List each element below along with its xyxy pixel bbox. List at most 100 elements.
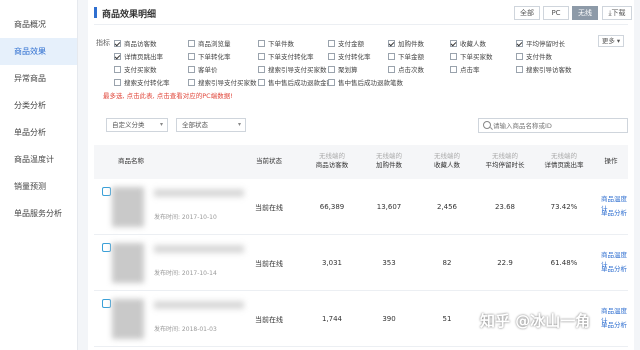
sidebar-item-forecast[interactable]: 销量预测 <box>0 173 77 200</box>
publish-date: 发布时间: 2017-10-10 <box>154 214 217 221</box>
metric-checkbox[interactable]: 下单买家数 <box>450 51 493 61</box>
checkbox-unchecked-icon[interactable] <box>188 65 195 73</box>
col-stay[interactable]: 无线端的 平均停留时长 <box>474 152 536 170</box>
metric-checkbox[interactable]: 搜索支付转化率 <box>114 77 170 87</box>
metric-checkbox[interactable]: 下单转化率 <box>188 51 231 61</box>
checkbox-unchecked-icon[interactable] <box>328 65 335 73</box>
checkbox-unchecked-icon[interactable] <box>258 52 265 60</box>
product-search <box>478 118 628 133</box>
cart-cell: 13,607 <box>376 203 402 211</box>
col-status[interactable]: 当前状态 <box>244 157 294 166</box>
metric-checkbox[interactable]: 搜索引导访客数 <box>516 64 572 74</box>
checkbox-unchecked-icon[interactable] <box>328 52 335 60</box>
checkbox-unchecked-icon[interactable] <box>516 52 523 60</box>
metric-checkbox[interactable]: 加购件数 <box>388 38 424 48</box>
checkbox-checked-icon[interactable] <box>450 39 457 47</box>
download-button[interactable]: ⤓下载 <box>602 6 632 20</box>
mobile-icon <box>102 243 111 252</box>
sidebar-item-overview[interactable]: 商品概况 <box>0 11 77 38</box>
category-select-value: 自定义分类 <box>112 121 145 129</box>
single-analysis-link[interactable]: 单品分析 <box>601 319 627 329</box>
segment-wireless[interactable]: 无线 <box>572 6 598 20</box>
panel-header: 商品效果明细 全部 PC 无线 ⤓下载 <box>94 3 634 21</box>
product-thumbnail[interactable] <box>112 243 144 283</box>
checkbox-unchecked-icon[interactable] <box>328 78 335 86</box>
col-product-name[interactable]: 商品名称 <box>106 157 156 166</box>
col-label: 收藏人数 <box>434 161 460 169</box>
metric-checkbox[interactable]: 点击率 <box>450 64 480 74</box>
checkbox-unchecked-icon[interactable] <box>388 52 395 60</box>
col-bounce[interactable]: 无线端的 详情页跳出率 <box>534 152 594 170</box>
metric-checkbox[interactable]: 客单价 <box>188 64 218 74</box>
checkbox-unchecked-icon[interactable] <box>450 52 457 60</box>
checkbox-checked-icon[interactable] <box>516 39 523 47</box>
mobile-icon <box>102 299 111 308</box>
cart-cell: 390 <box>382 315 396 323</box>
metric-checkbox[interactable]: 支付件数 <box>516 51 552 61</box>
status-select[interactable]: 全部状态 ▾ <box>176 118 246 132</box>
checkbox-checked-icon[interactable] <box>114 52 121 60</box>
checkbox-checked-icon[interactable] <box>388 39 395 47</box>
sidebar-item-service[interactable]: 单品服务分析 <box>0 200 77 227</box>
checkbox-unchecked-icon[interactable] <box>114 65 121 73</box>
metric-checkbox[interactable]: 下单金额 <box>388 51 424 61</box>
category-select[interactable]: 自定义分类 ▾ <box>106 118 168 132</box>
metric-checkbox[interactable]: 平均停留时长 <box>516 38 565 48</box>
metric-checkbox[interactable]: 详情页跳出率 <box>114 51 163 61</box>
single-analysis-link[interactable]: 单品分析 <box>601 263 627 273</box>
search-input[interactable] <box>493 120 623 131</box>
metric-checkbox[interactable]: 搜索引导支付买家数 <box>188 77 257 87</box>
col-visitors[interactable]: 无线端的 商品访客数 <box>306 152 358 170</box>
col-sub: 无线端的 <box>434 152 460 160</box>
metric-checkbox[interactable]: 聚划算 <box>328 64 358 74</box>
divider <box>94 24 628 25</box>
sidebar-item-single[interactable]: 单品分析 <box>0 119 77 146</box>
checkbox-unchecked-icon[interactable] <box>450 65 457 73</box>
checkbox-unchecked-icon[interactable] <box>258 78 265 86</box>
checkbox-checked-icon[interactable] <box>114 39 121 47</box>
sidebar-item-thermometer[interactable]: 商品温度计 <box>0 146 77 173</box>
metric-checkbox[interactable]: 商品浏览量 <box>188 38 231 48</box>
metric-checkbox[interactable]: 点击次数 <box>388 64 424 74</box>
product-thumbnail[interactable] <box>112 187 144 227</box>
product-thumbnail[interactable] <box>112 299 144 339</box>
col-cart[interactable]: 无线端的 加购件数 <box>364 152 414 170</box>
metric-checkbox-label: 详情页跳出率 <box>124 53 163 61</box>
metric-checkbox[interactable]: 支付金额 <box>328 38 364 48</box>
checkbox-unchecked-icon[interactable] <box>516 65 523 73</box>
sidebar-item-effect[interactable]: 商品效果 <box>0 38 77 65</box>
bounce-cell: 73.42% <box>550 203 578 211</box>
metric-checkbox[interactable]: 收藏人数 <box>450 38 486 48</box>
checkbox-unchecked-icon[interactable] <box>328 39 335 47</box>
single-analysis-link[interactable]: 单品分析 <box>601 207 627 217</box>
metric-checkbox[interactable]: 商品访客数 <box>114 38 157 48</box>
metric-checkbox-label: 点击率 <box>460 66 480 74</box>
checkbox-unchecked-icon[interactable] <box>188 78 195 86</box>
metric-checkbox-label: 搜索支付转化率 <box>124 79 170 87</box>
search-icon[interactable] <box>483 121 491 129</box>
watermark: 知乎 @冰山一角 <box>480 312 591 330</box>
metric-checkbox[interactable]: 搜索引导支付买家数 <box>258 64 327 74</box>
checkbox-unchecked-icon[interactable] <box>258 39 265 47</box>
metric-checkbox-label: 搜索引导访客数 <box>526 66 572 74</box>
checkbox-unchecked-icon[interactable] <box>114 78 121 86</box>
sidebar-item-category[interactable]: 分类分析 <box>0 92 77 119</box>
metric-checkbox[interactable]: 下单件数 <box>258 38 294 48</box>
checkbox-unchecked-icon[interactable] <box>188 39 195 47</box>
checkbox-unchecked-icon[interactable] <box>258 65 265 73</box>
main-area: 商品效果明细 全部 PC 无线 ⤓下载 指标 更多 ▾ 商品访客数 商品浏览量 下单… <box>82 0 640 350</box>
metric-checkbox-label: 下单支付转化率 <box>268 53 314 61</box>
segment-all[interactable]: 全部 <box>514 6 540 20</box>
col-sub: 无线端的 <box>492 152 518 160</box>
col-fav[interactable]: 无线端的 收藏人数 <box>422 152 472 170</box>
metric-checkbox[interactable]: 售中售后成功退款金额 <box>258 77 333 87</box>
metric-checkbox[interactable]: 支付转化率 <box>328 51 371 61</box>
metric-checkbox[interactable]: 售中售后成功退款笔数 <box>328 77 403 87</box>
checkbox-unchecked-icon[interactable] <box>388 65 395 73</box>
more-button[interactable]: 更多 ▾ <box>598 35 624 47</box>
metric-checkbox[interactable]: 下单支付转化率 <box>258 51 314 61</box>
sidebar-item-abnormal[interactable]: 异常商品 <box>0 65 77 92</box>
checkbox-unchecked-icon[interactable] <box>188 52 195 60</box>
metric-checkbox[interactable]: 支付买家数 <box>114 64 157 74</box>
segment-pc[interactable]: PC <box>543 6 569 20</box>
